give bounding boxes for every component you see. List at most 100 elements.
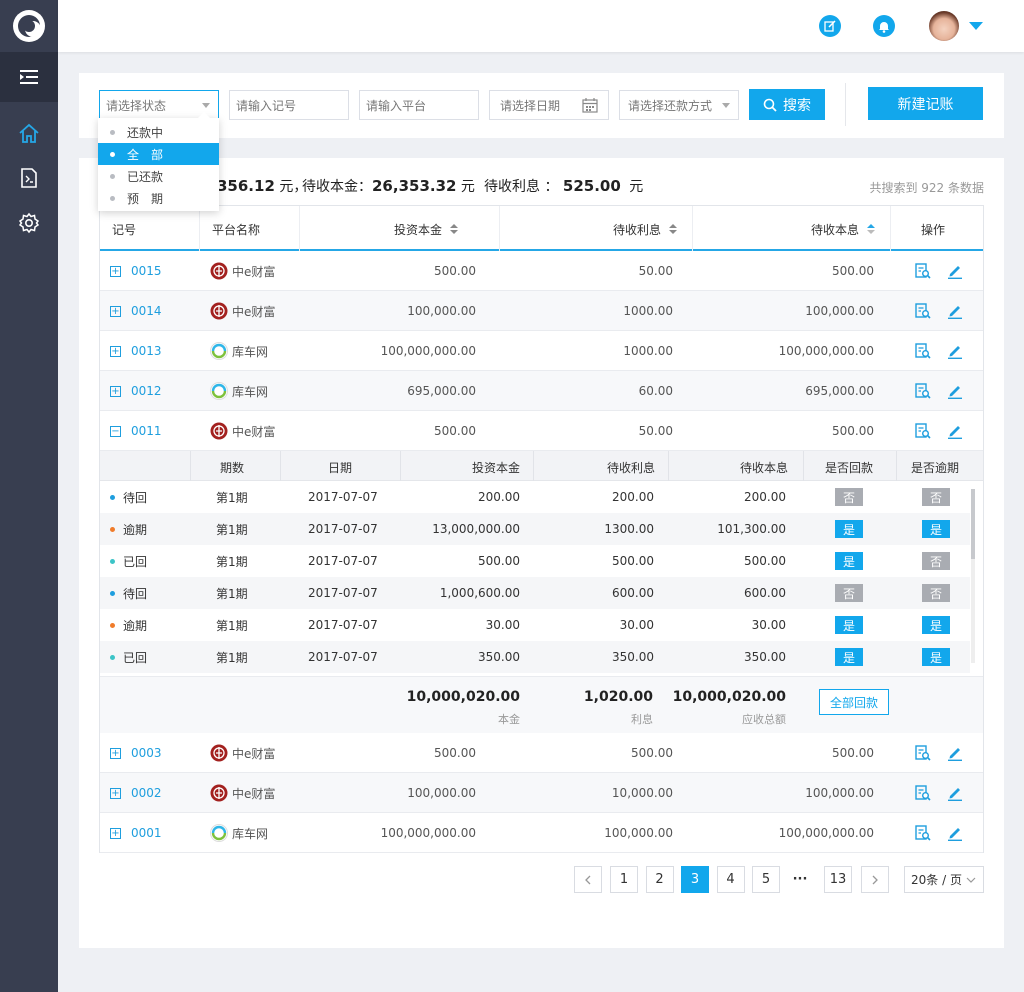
page-button[interactable]: 1 xyxy=(610,866,638,893)
record-id[interactable]: 0002 xyxy=(131,786,162,800)
record-id-cell[interactable]: +0013 xyxy=(110,331,162,371)
record-id[interactable]: 0015 xyxy=(131,264,162,278)
record-id[interactable]: 0012 xyxy=(131,384,162,398)
settings-icon[interactable] xyxy=(0,201,58,245)
status-option[interactable]: 已还款 xyxy=(98,165,219,187)
record-id[interactable]: 0011 xyxy=(131,424,162,438)
home-icon[interactable] xyxy=(0,111,58,155)
repay-method-select[interactable]: 请选择还款方式 xyxy=(619,90,739,120)
overdue-badge[interactable]: 是 xyxy=(922,616,950,634)
edit-icon[interactable] xyxy=(947,411,963,451)
repaid-badge[interactable]: 是 xyxy=(835,552,863,570)
repaid-badge[interactable]: 否 xyxy=(835,488,863,506)
scrollbar-thumb[interactable] xyxy=(971,489,975,559)
expand-icon[interactable]: + xyxy=(110,787,121,799)
prev-page-button[interactable] xyxy=(574,866,602,893)
repaid-badge[interactable]: 否 xyxy=(835,584,863,602)
view-detail-icon[interactable] xyxy=(915,411,931,451)
record-id[interactable]: 0013 xyxy=(131,344,162,358)
col-header-interest[interactable]: 待收利息 xyxy=(613,221,677,238)
overdue-badge[interactable]: 否 xyxy=(922,552,950,570)
overdue-badge[interactable]: 是 xyxy=(922,648,950,666)
record-id-cell[interactable]: −0011 xyxy=(110,411,162,451)
overdue-badge[interactable]: 是 xyxy=(922,520,950,538)
view-detail-icon[interactable] xyxy=(915,813,931,853)
edit-icon[interactable] xyxy=(947,733,963,773)
expand-icon[interactable]: + xyxy=(110,305,121,317)
platform-input[interactable]: 请输入平台 xyxy=(359,90,479,120)
expand-icon[interactable]: + xyxy=(110,385,121,397)
caret-down-icon[interactable] xyxy=(969,22,983,30)
status-dot-icon xyxy=(110,590,115,596)
record-id-cell[interactable]: +0002 xyxy=(110,773,162,813)
status-option[interactable]: 预 期 xyxy=(98,187,219,209)
col-header-principal[interactable]: 投资本金 xyxy=(394,221,458,238)
record-id[interactable]: 0001 xyxy=(131,826,162,840)
avatar[interactable] xyxy=(929,11,959,41)
view-detail-icon[interactable] xyxy=(915,251,931,291)
platform-name: 库车网 xyxy=(232,384,269,399)
record-id-cell[interactable]: +0003 xyxy=(110,733,162,773)
expand-icon[interactable]: + xyxy=(110,265,121,277)
platform-logo-icon xyxy=(210,824,228,842)
installment-date: 2017-07-07 xyxy=(308,586,378,600)
view-detail-icon[interactable] xyxy=(915,371,931,411)
record-id-cell[interactable]: +0015 xyxy=(110,251,162,291)
scrollbar-track[interactable] xyxy=(971,489,975,663)
table-row: +0012 库车网 695,000.00 60.00 695,000.00 xyxy=(100,371,983,411)
edit-icon[interactable] xyxy=(947,331,963,371)
record-id-cell[interactable]: +0001 xyxy=(110,813,162,853)
repay-all-button[interactable]: 全部回款 xyxy=(819,689,889,715)
search-button[interactable]: 搜索 xyxy=(749,89,825,120)
record-id[interactable]: 0014 xyxy=(131,304,162,318)
record-id[interactable]: 0003 xyxy=(131,746,162,760)
collapse-icon[interactable]: − xyxy=(110,425,121,437)
principal-cell: 500.00 xyxy=(434,424,476,438)
edit-icon[interactable] xyxy=(947,291,963,331)
table-row: +0003 中e财富 500.00 500.00 500.00 xyxy=(100,733,983,773)
sort-icon[interactable] xyxy=(669,223,677,238)
expand-icon[interactable]: + xyxy=(110,747,121,759)
installment-interest: 200.00 xyxy=(612,490,654,504)
edit-icon[interactable] xyxy=(947,251,963,291)
new-record-button-label: 新建记账 xyxy=(897,96,954,113)
page-size-select[interactable]: 20条 / 页 xyxy=(904,866,984,893)
repaid-badge[interactable]: 是 xyxy=(835,520,863,538)
status-dropdown: 还款中全 部已还款预 期 xyxy=(98,112,219,211)
record-id-cell[interactable]: +0014 xyxy=(110,291,162,331)
status-option[interactable]: 全 部 xyxy=(98,143,219,165)
overdue-badge[interactable]: 否 xyxy=(922,584,950,602)
new-record-button[interactable]: 新建记账 xyxy=(868,87,983,120)
record-id-cell[interactable]: +0012 xyxy=(110,371,162,411)
app-logo[interactable] xyxy=(0,0,58,52)
edit-icon[interactable] xyxy=(947,773,963,813)
expand-icon[interactable]: + xyxy=(110,827,121,839)
page-button-last[interactable]: 13 xyxy=(824,866,852,893)
edit-note-icon[interactable] xyxy=(819,15,841,37)
document-icon[interactable] xyxy=(0,156,58,200)
page-button[interactable]: 3 xyxy=(681,866,709,893)
expand-icon[interactable]: + xyxy=(110,345,121,357)
date-picker[interactable]: 请选择日期 xyxy=(489,90,609,120)
edit-icon[interactable] xyxy=(947,371,963,411)
menu-collapse-icon[interactable] xyxy=(0,52,58,102)
view-detail-icon[interactable] xyxy=(915,733,931,773)
record-input[interactable]: 请输入记号 xyxy=(229,90,349,120)
col-header-total[interactable]: 待收本息 xyxy=(811,221,875,238)
view-detail-icon[interactable] xyxy=(915,331,931,371)
installment-date: 2017-07-07 xyxy=(308,490,378,504)
status-option[interactable]: 还款中 xyxy=(98,121,219,143)
page-button[interactable]: 4 xyxy=(716,866,745,893)
overdue-badge[interactable]: 否 xyxy=(922,488,950,506)
sort-icon[interactable] xyxy=(450,223,458,238)
page-button[interactable]: 5 xyxy=(752,866,780,893)
view-detail-icon[interactable] xyxy=(915,773,931,813)
page-button[interactable]: 2 xyxy=(645,866,674,893)
next-page-button[interactable] xyxy=(861,866,889,893)
repaid-badge[interactable]: 是 xyxy=(835,648,863,666)
repaid-badge[interactable]: 是 xyxy=(835,616,863,634)
edit-icon[interactable] xyxy=(947,813,963,853)
notification-bell-icon[interactable] xyxy=(873,15,895,37)
sort-ascending-icon[interactable] xyxy=(867,223,875,238)
view-detail-icon[interactable] xyxy=(915,291,931,331)
